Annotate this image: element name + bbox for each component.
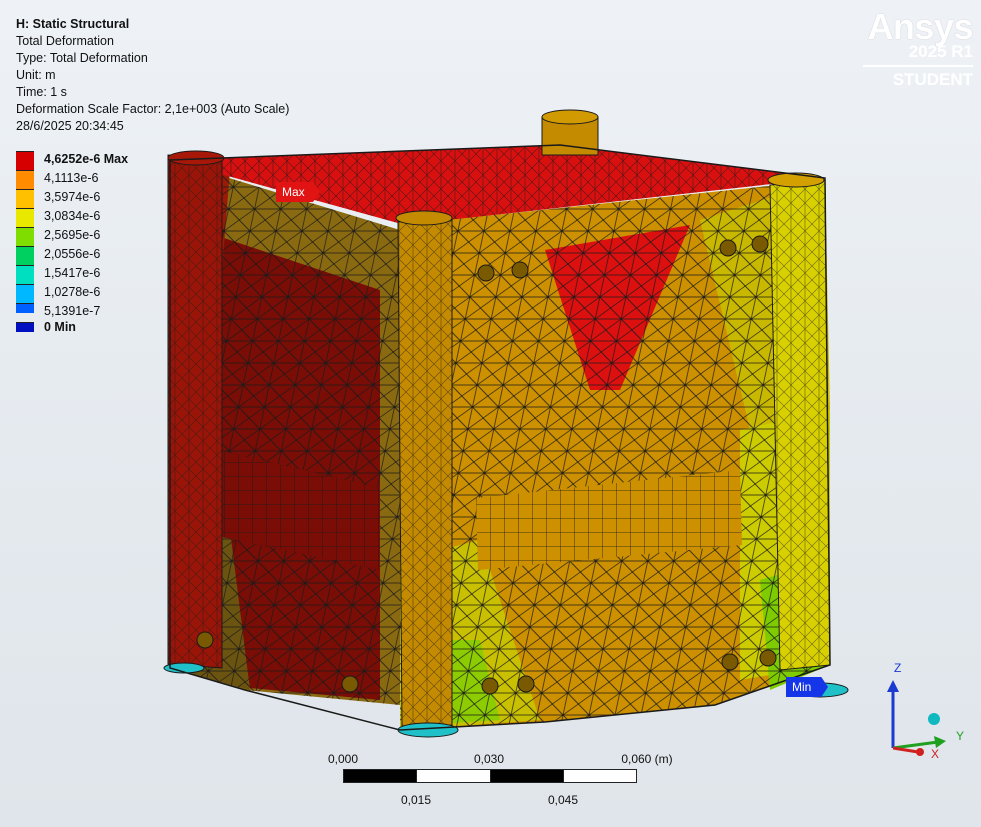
- axis-y-label: Y: [956, 729, 964, 743]
- scale-label: 0,000: [327, 752, 359, 766]
- scale-segment: [563, 769, 637, 783]
- scale-label: 0,045: [547, 793, 579, 807]
- scale-label: 0,030: [473, 752, 505, 766]
- post-cap: [395, 210, 453, 226]
- scale-label: 0,015: [400, 793, 432, 807]
- scale-segment: [490, 769, 564, 783]
- scale-ruler: 0,000 0,030 0,060 (m) 0,015 0,045: [328, 752, 673, 812]
- axis-triad[interactable]: Z Y X: [880, 660, 970, 760]
- deformed-model-view[interactable]: [0, 0, 981, 827]
- scale-label: 0,060 (m): [621, 752, 673, 766]
- min-probe-tag[interactable]: Min: [786, 677, 828, 697]
- scale-segment: [343, 769, 417, 783]
- max-probe-tag[interactable]: Max: [276, 182, 320, 202]
- axis-x-label: X: [931, 747, 939, 760]
- axis-z-label: Z: [894, 661, 901, 675]
- scale-segment: [416, 769, 491, 783]
